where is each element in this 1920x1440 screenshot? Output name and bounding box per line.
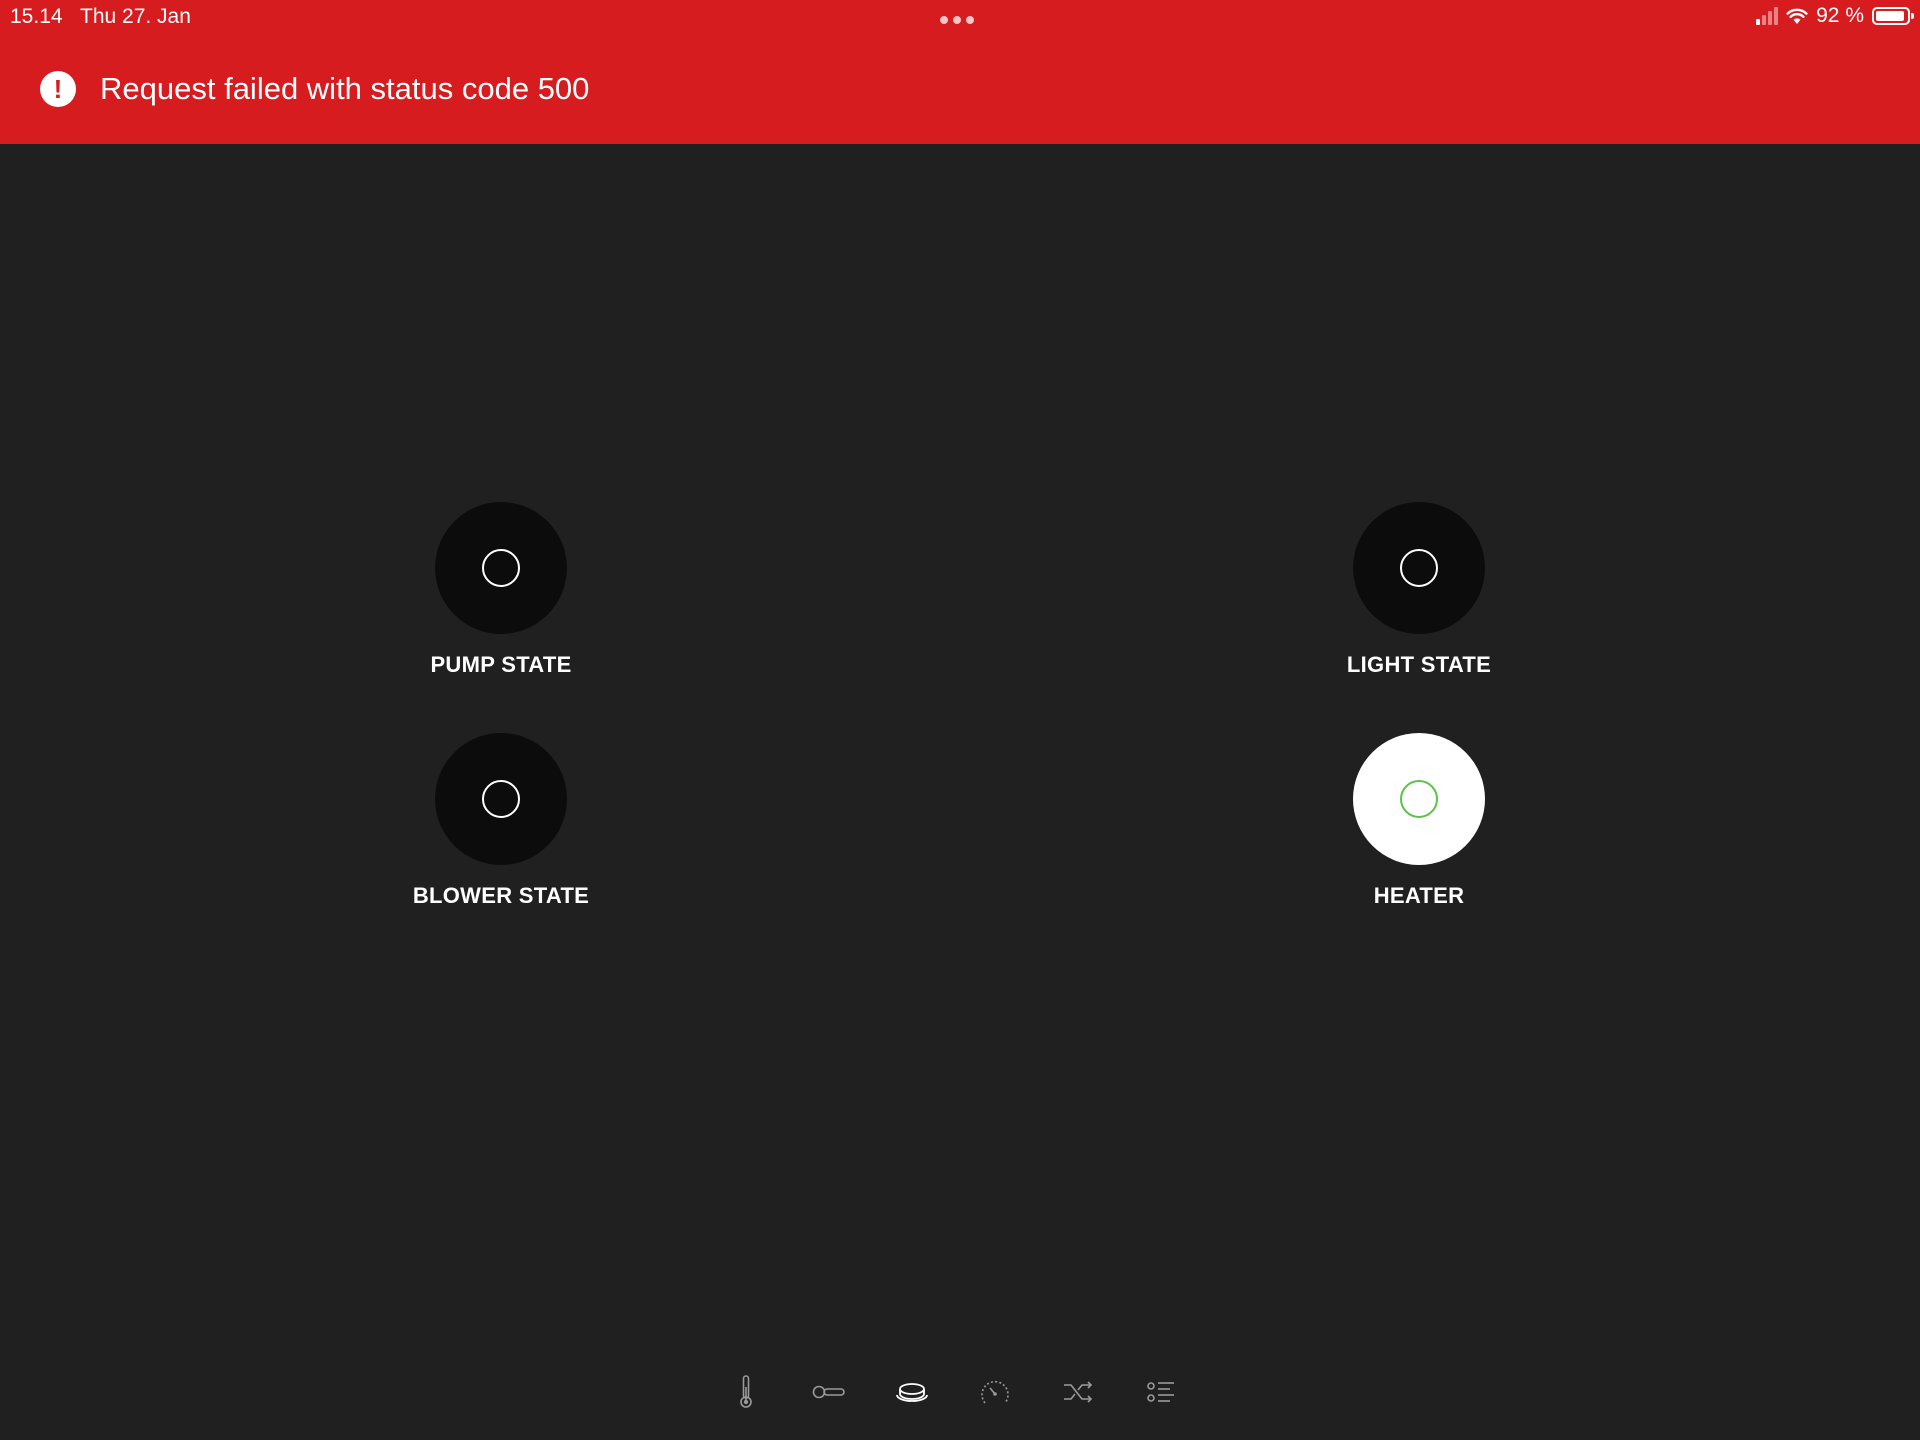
alert-circle-icon: ! bbox=[40, 71, 76, 107]
pump-state-control: PUMP STATE bbox=[381, 502, 621, 678]
power-ring-icon bbox=[1400, 780, 1438, 818]
blower-state-control: BLOWER STATE bbox=[381, 733, 621, 909]
nav-settings-list[interactable] bbox=[1143, 1374, 1179, 1410]
status-bar: 15.14 Thu 27. Jan 92 % bbox=[0, 0, 1920, 34]
blower-state-toggle[interactable] bbox=[435, 733, 567, 865]
pump-state-toggle[interactable] bbox=[435, 502, 567, 634]
thermometer-icon bbox=[740, 1375, 752, 1408]
shuffle-icon bbox=[1064, 1381, 1093, 1403]
light-state-label: LIGHT STATE bbox=[1346, 652, 1492, 677]
app-screen: 15.14 Thu 27. Jan 92 % ! Request failed … bbox=[0, 0, 1920, 1440]
nav-switches[interactable] bbox=[811, 1374, 847, 1410]
status-time: 15.14 bbox=[10, 5, 63, 28]
error-message: Request failed with status code 500 bbox=[100, 71, 590, 106]
battery-percent: 92 % bbox=[1816, 4, 1864, 27]
heater-toggle[interactable] bbox=[1353, 733, 1485, 865]
light-state-toggle[interactable] bbox=[1353, 502, 1485, 634]
error-banner: ! Request failed with status code 500 bbox=[0, 34, 1920, 144]
blower-state-label: BLOWER STATE bbox=[412, 883, 590, 908]
status-indicators: 92 % bbox=[1756, 4, 1914, 28]
power-ring-icon bbox=[482, 780, 520, 818]
gauge-icon bbox=[981, 1380, 1009, 1404]
cellular-signal-icon bbox=[1756, 7, 1779, 25]
wifi-icon bbox=[1786, 8, 1808, 24]
nav-spa[interactable] bbox=[894, 1374, 930, 1410]
battery-icon bbox=[1872, 7, 1914, 25]
power-ring-icon bbox=[1400, 549, 1438, 587]
power-ring-icon bbox=[482, 549, 520, 587]
nav-automation[interactable] bbox=[1060, 1374, 1096, 1410]
multitasking-dots-icon[interactable] bbox=[940, 16, 974, 24]
status-date: Thu 27. Jan bbox=[80, 5, 191, 28]
nav-temperature[interactable] bbox=[728, 1374, 764, 1410]
nav-gauge[interactable] bbox=[977, 1374, 1013, 1410]
heater-label: HEATER bbox=[1373, 883, 1465, 908]
light-state-control: LIGHT STATE bbox=[1299, 502, 1539, 678]
top-header: 15.14 Thu 27. Jan 92 % ! Request failed … bbox=[0, 0, 1920, 144]
bottom-navigation bbox=[728, 1374, 1179, 1410]
heater-control: HEATER bbox=[1299, 733, 1539, 909]
pump-state-label: PUMP STATE bbox=[430, 652, 572, 677]
toggle-icon bbox=[812, 1385, 845, 1399]
hot-tub-icon bbox=[896, 1383, 928, 1402]
list-settings-icon bbox=[1147, 1382, 1174, 1402]
